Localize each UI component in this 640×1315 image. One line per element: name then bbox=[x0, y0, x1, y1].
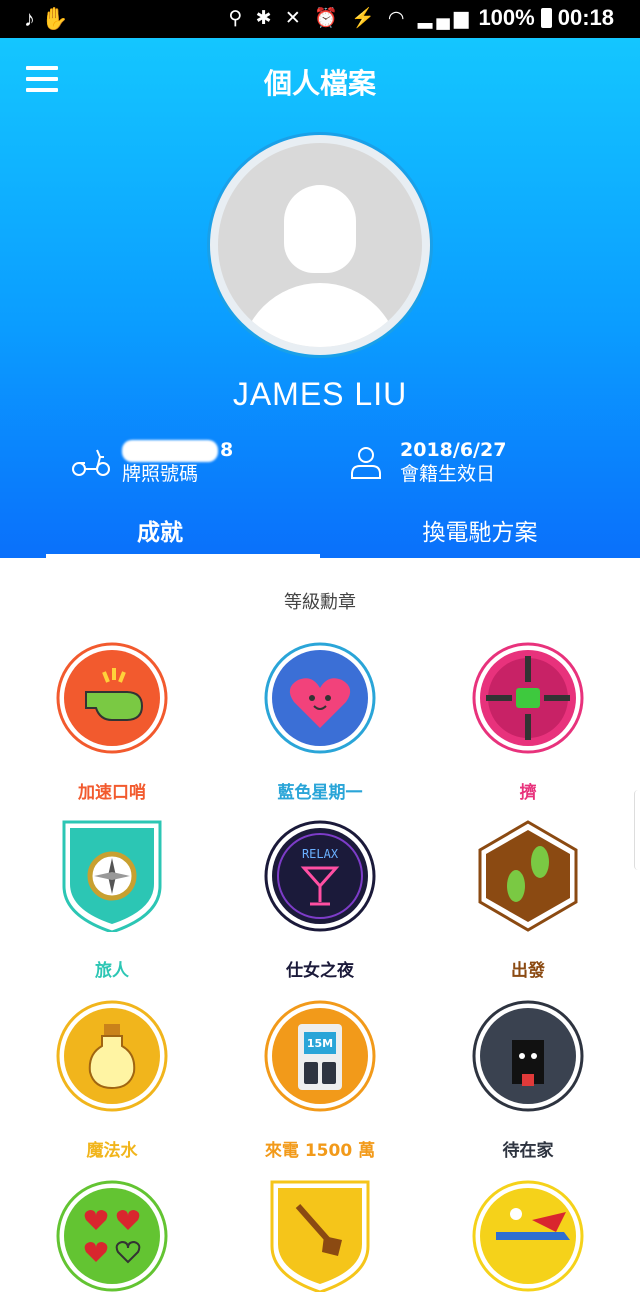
system-icons: ⚲ ✱ ✕ ⏰ ⚡ ◠ ▂▄▆ bbox=[228, 8, 473, 29]
tab-plan[interactable]: 換電馳方案 bbox=[320, 503, 640, 558]
scooter-icon bbox=[72, 449, 110, 476]
scooters-crowd-icon bbox=[472, 642, 584, 754]
membership-info: 2018/6/27 會籍生效日 bbox=[348, 438, 506, 486]
plate-number: 8 bbox=[122, 438, 233, 462]
tab-bar: 成就 換電馳方案 bbox=[0, 503, 640, 558]
system-tray: ⚲ ✱ ✕ ⏰ ⚡ ◠ ▂▄▆ 100% 00:18 bbox=[228, 5, 614, 31]
badge-stay-home[interactable]: 待在家 bbox=[424, 1000, 632, 1161]
plate-info: 8 牌照號碼 bbox=[70, 438, 233, 486]
tab-achievements[interactable]: 成就 bbox=[0, 503, 320, 558]
badge-whistle[interactable]: 加速口哨 bbox=[8, 642, 216, 803]
battery-icon bbox=[540, 8, 552, 28]
compass-shield-icon bbox=[62, 820, 162, 934]
badge-label: 出發 bbox=[511, 961, 545, 981]
clock: 00:18 bbox=[557, 5, 614, 30]
notification-icons: ♪ ✋ bbox=[24, 6, 69, 31]
potion-icon bbox=[56, 1000, 168, 1112]
svg-text:RELAX: RELAX bbox=[302, 847, 339, 861]
badge-crowd[interactable]: 擠 bbox=[424, 642, 632, 803]
whistle-icon bbox=[56, 642, 168, 754]
badge-label: 加速口哨 bbox=[78, 783, 146, 803]
cocktail-icon: RELAX bbox=[264, 820, 376, 932]
avatar[interactable] bbox=[207, 132, 433, 358]
scroll-edge[interactable] bbox=[634, 790, 640, 870]
battery-station-icon: 15M bbox=[264, 1000, 376, 1112]
badge-depart[interactable]: 出發 bbox=[424, 820, 632, 981]
badge-label: 魔法水 bbox=[86, 1141, 138, 1161]
badge-traveler[interactable]: 旅人 bbox=[8, 820, 216, 981]
section-title: 等級勳章 bbox=[284, 592, 356, 613]
badge-label: 藍色星期一 bbox=[277, 783, 363, 803]
plate-label: 牌照號碼 bbox=[122, 463, 199, 485]
badge-label: 擠 bbox=[519, 783, 537, 803]
redacted-block bbox=[122, 439, 218, 462]
svg-text:15M: 15M bbox=[307, 1037, 333, 1050]
badge-label: 來電 1500 萬 bbox=[264, 1141, 376, 1161]
badge-blue-monday[interactable]: 藍色星期一 bbox=[216, 642, 424, 803]
membership-label: 會籍生效日 bbox=[400, 463, 496, 485]
person-icon bbox=[351, 447, 381, 479]
badge-paddle[interactable] bbox=[216, 1180, 424, 1315]
hearts-icon bbox=[56, 1180, 168, 1292]
footprints-icon bbox=[478, 820, 578, 932]
profile-header: 個人檔案 JAMES LIU 8 牌照號碼 2018/6/27 會籍生效日 成就… bbox=[0, 38, 640, 558]
paddle-shield-icon bbox=[270, 1180, 370, 1294]
page-title: 個人檔案 bbox=[263, 67, 376, 100]
badge-rocket[interactable] bbox=[424, 1180, 632, 1315]
status-bar: ♪ ✋ ⚲ ✱ ✕ ⏰ ⚡ ◠ ▂▄▆ 100% 00:18 bbox=[0, 0, 640, 38]
avatar-placeholder-icon bbox=[218, 143, 422, 347]
battery-level: 100% bbox=[478, 5, 535, 30]
badge-label: 仕女之夜 bbox=[286, 961, 354, 981]
user-name: JAMES LIU bbox=[232, 376, 408, 412]
badge-magic-water[interactable]: 魔法水 bbox=[8, 1000, 216, 1161]
heart-icon bbox=[264, 642, 376, 754]
badge-label: 旅人 bbox=[95, 961, 129, 981]
badge-15m-swaps[interactable]: 15M 來電 1500 萬 bbox=[216, 1000, 424, 1161]
speed-character-icon bbox=[472, 1180, 584, 1292]
badge-ladies-night[interactable]: RELAX 仕女之夜 bbox=[216, 820, 424, 981]
badge-label: 待在家 bbox=[502, 1141, 554, 1161]
home-scene-icon bbox=[472, 1000, 584, 1112]
membership-date: 2018/6/27 bbox=[400, 439, 507, 461]
badge-hearts[interactable] bbox=[8, 1180, 216, 1315]
